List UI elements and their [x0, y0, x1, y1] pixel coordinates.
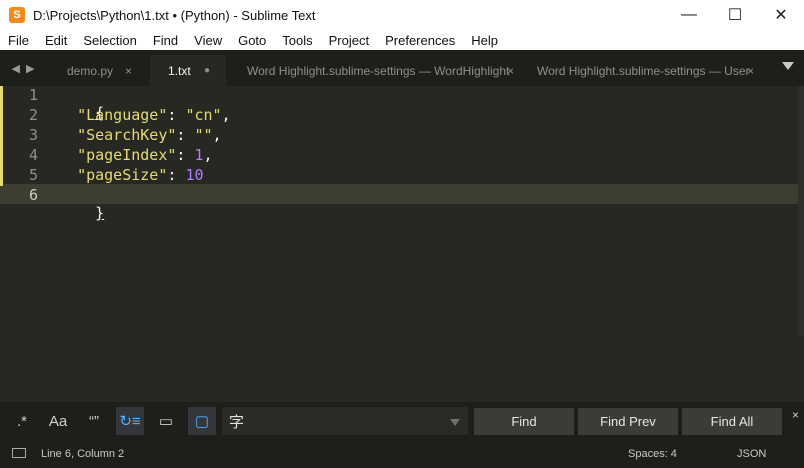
- line-number: 3: [28, 126, 38, 144]
- menu-find[interactable]: Find: [145, 33, 186, 48]
- tab-word-highlight-user[interactable]: Word Highlight.sublime-settings — User ×: [528, 55, 766, 86]
- json-sep: :: [176, 146, 195, 164]
- tab-label: Word Highlight.sublime-settings — WordHi…: [247, 63, 510, 78]
- tab-word-highlight-package[interactable]: Word Highlight.sublime-settings — WordHi…: [238, 55, 526, 86]
- current-line-highlight: [0, 184, 804, 204]
- case-sensitive-toggle-icon[interactable]: Aa: [44, 407, 72, 435]
- sublime-text-icon: S: [9, 7, 25, 23]
- tab-close-icon[interactable]: ×: [747, 64, 754, 78]
- json-comma: ,: [212, 126, 222, 144]
- tab-next-icon[interactable]: ▶: [26, 62, 34, 75]
- code-line-5: "pageSize": 10: [59, 166, 204, 184]
- wrap-toggle-icon[interactable]: ↻≡: [116, 407, 144, 435]
- panel-toggle-icon[interactable]: [12, 448, 26, 458]
- whole-word-toggle-icon[interactable]: “”: [80, 407, 108, 435]
- code-line-3: "SearchKey": "",: [59, 126, 222, 144]
- menu-goto[interactable]: Goto: [230, 33, 274, 48]
- syntax-selector[interactable]: JSON: [737, 448, 766, 460]
- editor-area[interactable]: 1 2 3 4 5 6 { "Language": "cn", "SearchK…: [0, 86, 804, 402]
- menu-help[interactable]: Help: [463, 33, 506, 48]
- json-key: "Language": [77, 106, 168, 124]
- cursor-position: Line 6, Column 2: [41, 448, 125, 460]
- status-bar: Line 6, Column 2 Spaces: 4 JSON: [0, 440, 804, 468]
- line-number: 4: [28, 146, 38, 164]
- find-all-button[interactable]: Find All: [682, 408, 782, 435]
- window-title: D:\Projects\Python\1.txt • (Python) - Su…: [33, 7, 316, 23]
- line-number: 2: [28, 106, 38, 124]
- title-bar: S D:\Projects\Python\1.txt • (Python) - …: [0, 0, 804, 30]
- menu-view[interactable]: View: [186, 33, 230, 48]
- json-number-value: 10: [185, 166, 204, 184]
- json-string-value: "cn": [185, 106, 222, 124]
- tab-1-txt[interactable]: 1.txt ●: [150, 55, 226, 86]
- tab-label: 1.txt: [168, 63, 191, 78]
- tab-demo-py[interactable]: demo.py ×: [56, 55, 144, 86]
- code-line-6: }: [59, 186, 104, 240]
- line-number: 1: [28, 86, 38, 104]
- maximize-icon[interactable]: ☐: [712, 0, 758, 30]
- minimap-scroll-area[interactable]: [798, 86, 804, 336]
- indentation-setting[interactable]: Spaces: 4: [628, 448, 677, 460]
- json-key: "pageSize": [77, 166, 168, 184]
- menu-preferences[interactable]: Preferences: [377, 33, 463, 48]
- tab-bar: ◀ ▶ demo.py × 1.txt ● Word Highlight.sub…: [0, 50, 804, 86]
- tab-prev-icon[interactable]: ◀: [12, 62, 20, 75]
- menu-project[interactable]: Project: [321, 33, 377, 48]
- json-comma: ,: [203, 146, 213, 164]
- json-number-value: 1: [194, 146, 204, 164]
- close-brace: }: [95, 204, 105, 222]
- unsaved-dot-icon[interactable]: ●: [204, 65, 210, 76]
- window-controls: — ☐ ✕: [666, 0, 804, 30]
- tab-label: demo.py: [67, 63, 114, 78]
- menu-edit[interactable]: Edit: [37, 33, 75, 48]
- close-icon[interactable]: ✕: [758, 0, 804, 30]
- tab-close-icon[interactable]: ×: [507, 64, 514, 78]
- tab-list-dropdown-icon[interactable]: [782, 62, 794, 70]
- json-comma: ,: [221, 106, 231, 124]
- find-prev-button[interactable]: Find Prev: [578, 408, 678, 435]
- find-panel: .* Aa “” ↻≡ ▭ ▢ 字 Find Find Prev Find Al…: [0, 402, 804, 440]
- menu-file[interactable]: File: [0, 33, 37, 48]
- line-number: 6: [28, 186, 38, 204]
- line-number: 5: [28, 166, 38, 184]
- json-sep: :: [167, 106, 186, 124]
- in-selection-toggle-icon[interactable]: ▭: [152, 407, 180, 435]
- tab-label: Word Highlight.sublime-settings — User: [537, 63, 750, 78]
- highlight-matches-toggle-icon[interactable]: ▢: [188, 407, 216, 435]
- menu-bar: File Edit Selection Find View Goto Tools…: [0, 30, 804, 50]
- menu-tools[interactable]: Tools: [274, 33, 320, 48]
- minimize-icon[interactable]: —: [666, 0, 712, 30]
- find-button[interactable]: Find: [474, 408, 574, 435]
- find-history-dropdown-icon[interactable]: [450, 419, 460, 426]
- code-line-2: "Language": "cn",: [59, 106, 231, 124]
- json-sep: :: [176, 126, 195, 144]
- menu-selection[interactable]: Selection: [75, 33, 144, 48]
- code-line-4: "pageIndex": 1,: [59, 146, 213, 164]
- tab-navigation: ◀ ▶: [0, 50, 46, 86]
- find-input[interactable]: 字: [222, 407, 468, 435]
- tab-close-icon[interactable]: ×: [125, 64, 132, 78]
- regex-toggle-icon[interactable]: .*: [8, 407, 36, 435]
- json-string-value: "": [194, 126, 213, 144]
- close-find-panel-icon[interactable]: ×: [792, 408, 799, 422]
- json-sep: :: [167, 166, 186, 184]
- json-key: "pageIndex": [77, 146, 177, 164]
- json-key: "SearchKey": [77, 126, 177, 144]
- find-input-value: 字: [229, 413, 245, 431]
